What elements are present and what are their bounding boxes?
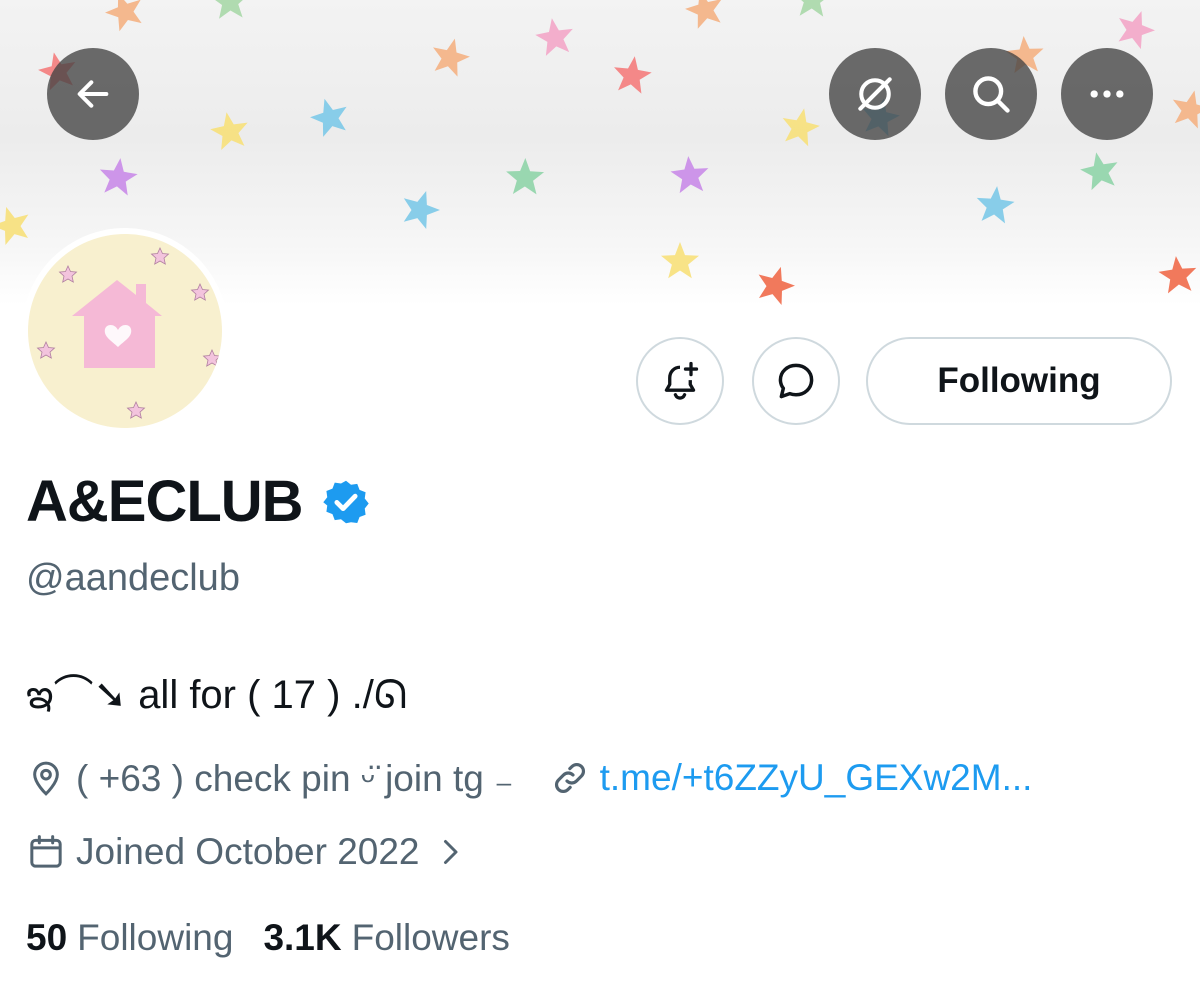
banner-star [506,158,545,195]
banner-star [310,98,347,137]
notifications-button[interactable] [636,337,724,425]
grok-button[interactable] [829,48,921,140]
banner-star [614,56,652,94]
banner-star [1158,256,1197,294]
link-icon [554,763,585,793]
following-count: 50 [26,917,68,958]
banner-star [782,108,820,147]
more-icon [1090,90,1124,98]
banner-star [0,206,29,245]
profile-avatar[interactable] [22,228,228,434]
search-button[interactable] [945,48,1037,140]
more-button[interactable] [1061,48,1153,140]
banner-star [1118,11,1155,50]
website-item[interactable]: t.me/+t6ZZyU_GEXw2M... [550,757,1033,799]
profile-handle: @aandeclub [26,557,240,599]
chat-bubble-icon [778,363,814,399]
calendar-icon [30,835,62,868]
following-button[interactable]: Following [866,337,1172,425]
following-label: Following [77,917,234,958]
location-item: ( +63 ) check pin ᵕ̈ join tg ₋ [26,757,514,800]
banner-star [1172,90,1200,129]
message-button[interactable] [752,337,840,425]
arrow-left-icon [77,80,109,108]
banner-star [210,0,249,19]
display-name-row: A&ECLUB [26,468,371,536]
banner-star [535,18,573,56]
joined-text: Joined October 2022 [76,831,420,872]
banner-star [976,186,1015,224]
banner-star [99,158,138,196]
location-text: ( +63 ) check pin ᵕ̈ join tg ₋ [76,757,514,799]
profile-meta-row: ( +63 ) check pin ᵕ̈ join tg ₋ t.me/+t6Z… [26,752,1032,804]
chevron-right-icon [443,840,458,864]
banner-star [105,0,142,32]
banner-star [685,0,722,29]
banner-star [758,266,795,305]
website-link[interactable]: t.me/+t6ZZyU_GEXw2M... [600,757,1033,799]
location-pin-icon [33,761,59,796]
banner-star [793,0,832,17]
back-button[interactable] [47,48,139,140]
followers-label: Followers [351,917,510,958]
banner-star [661,242,699,279]
search-icon [973,76,1010,113]
joined-row[interactable]: Joined October 2022 [26,826,478,878]
profile-bio: ఇ⌒➘ all for ( 17 ) ./ᘏ [26,673,408,717]
banner-star [403,190,440,230]
followers-count-link[interactable]: 3.1K Followers [263,917,509,959]
house-logo-icon [36,247,222,419]
display-name: A&ECLUB [26,469,304,534]
banner-star [1080,152,1118,191]
following-count-link[interactable]: 50 Following [26,917,233,959]
banner-star [210,112,248,151]
grok-icon [858,77,892,111]
verified-badge-icon[interactable] [321,477,371,527]
followers-count: 3.1K [263,917,342,958]
bell-plus-icon [664,361,699,400]
banner-star [670,156,709,194]
banner-star [433,38,470,77]
follow-counts: 50 Following 3.1K Followers [26,913,510,963]
